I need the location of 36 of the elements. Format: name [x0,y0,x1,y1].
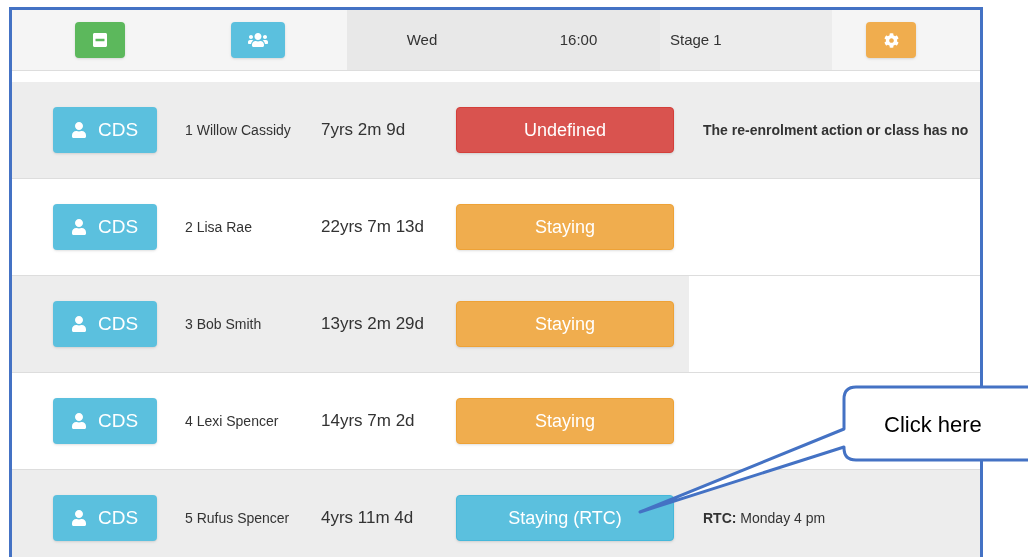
student-age: 14yrs 7m 2d [321,410,416,433]
time-cell: 16:00 [497,10,660,70]
cds-button[interactable]: CDS [53,495,157,541]
callout-text: Click here [884,411,982,439]
student-name: 5 Rufus Spencer [185,508,291,528]
group-button[interactable] [230,22,285,58]
settings-button[interactable] [866,22,916,58]
status-note: The re-enrolment action or class has no [703,120,969,140]
user-icon [71,510,86,526]
student-name: 2 Lisa Rae [185,217,253,237]
status-button[interactable]: Staying (RTC) [456,495,674,541]
cds-button[interactable]: CDS [53,398,157,444]
status-button[interactable]: Staying [456,398,674,444]
status-note: RTC: Monday 4 pm [703,508,826,528]
status-button[interactable]: Undefined [456,107,674,153]
cds-button[interactable]: CDS [53,301,157,347]
day-cell: Wed [347,10,497,70]
student-age: 22yrs 7m 13d [321,216,425,239]
user-icon [71,122,86,138]
stage-cell: Stage 1 [660,10,832,70]
user-icon [71,316,86,332]
student-age: 13yrs 2m 29d [321,313,425,336]
student-name: 3 Bob Smith [185,314,263,334]
collapse-button[interactable] [75,22,125,58]
student-name: 4 Lexi Spencer [185,411,280,431]
settings-icon [883,32,899,48]
student-age: 7yrs 2m 9d [321,119,407,142]
status-button[interactable]: Staying [456,204,674,250]
user-icon [71,219,86,235]
status-button[interactable]: Staying [456,301,674,347]
users-icon [247,30,268,50]
cds-button[interactable]: CDS [53,204,157,250]
cds-button[interactable]: CDS [53,107,157,153]
student-name: 1 Willow Cassidy [185,120,292,140]
student-age: 4yrs 11m 4d [321,507,415,530]
user-icon [71,413,86,429]
